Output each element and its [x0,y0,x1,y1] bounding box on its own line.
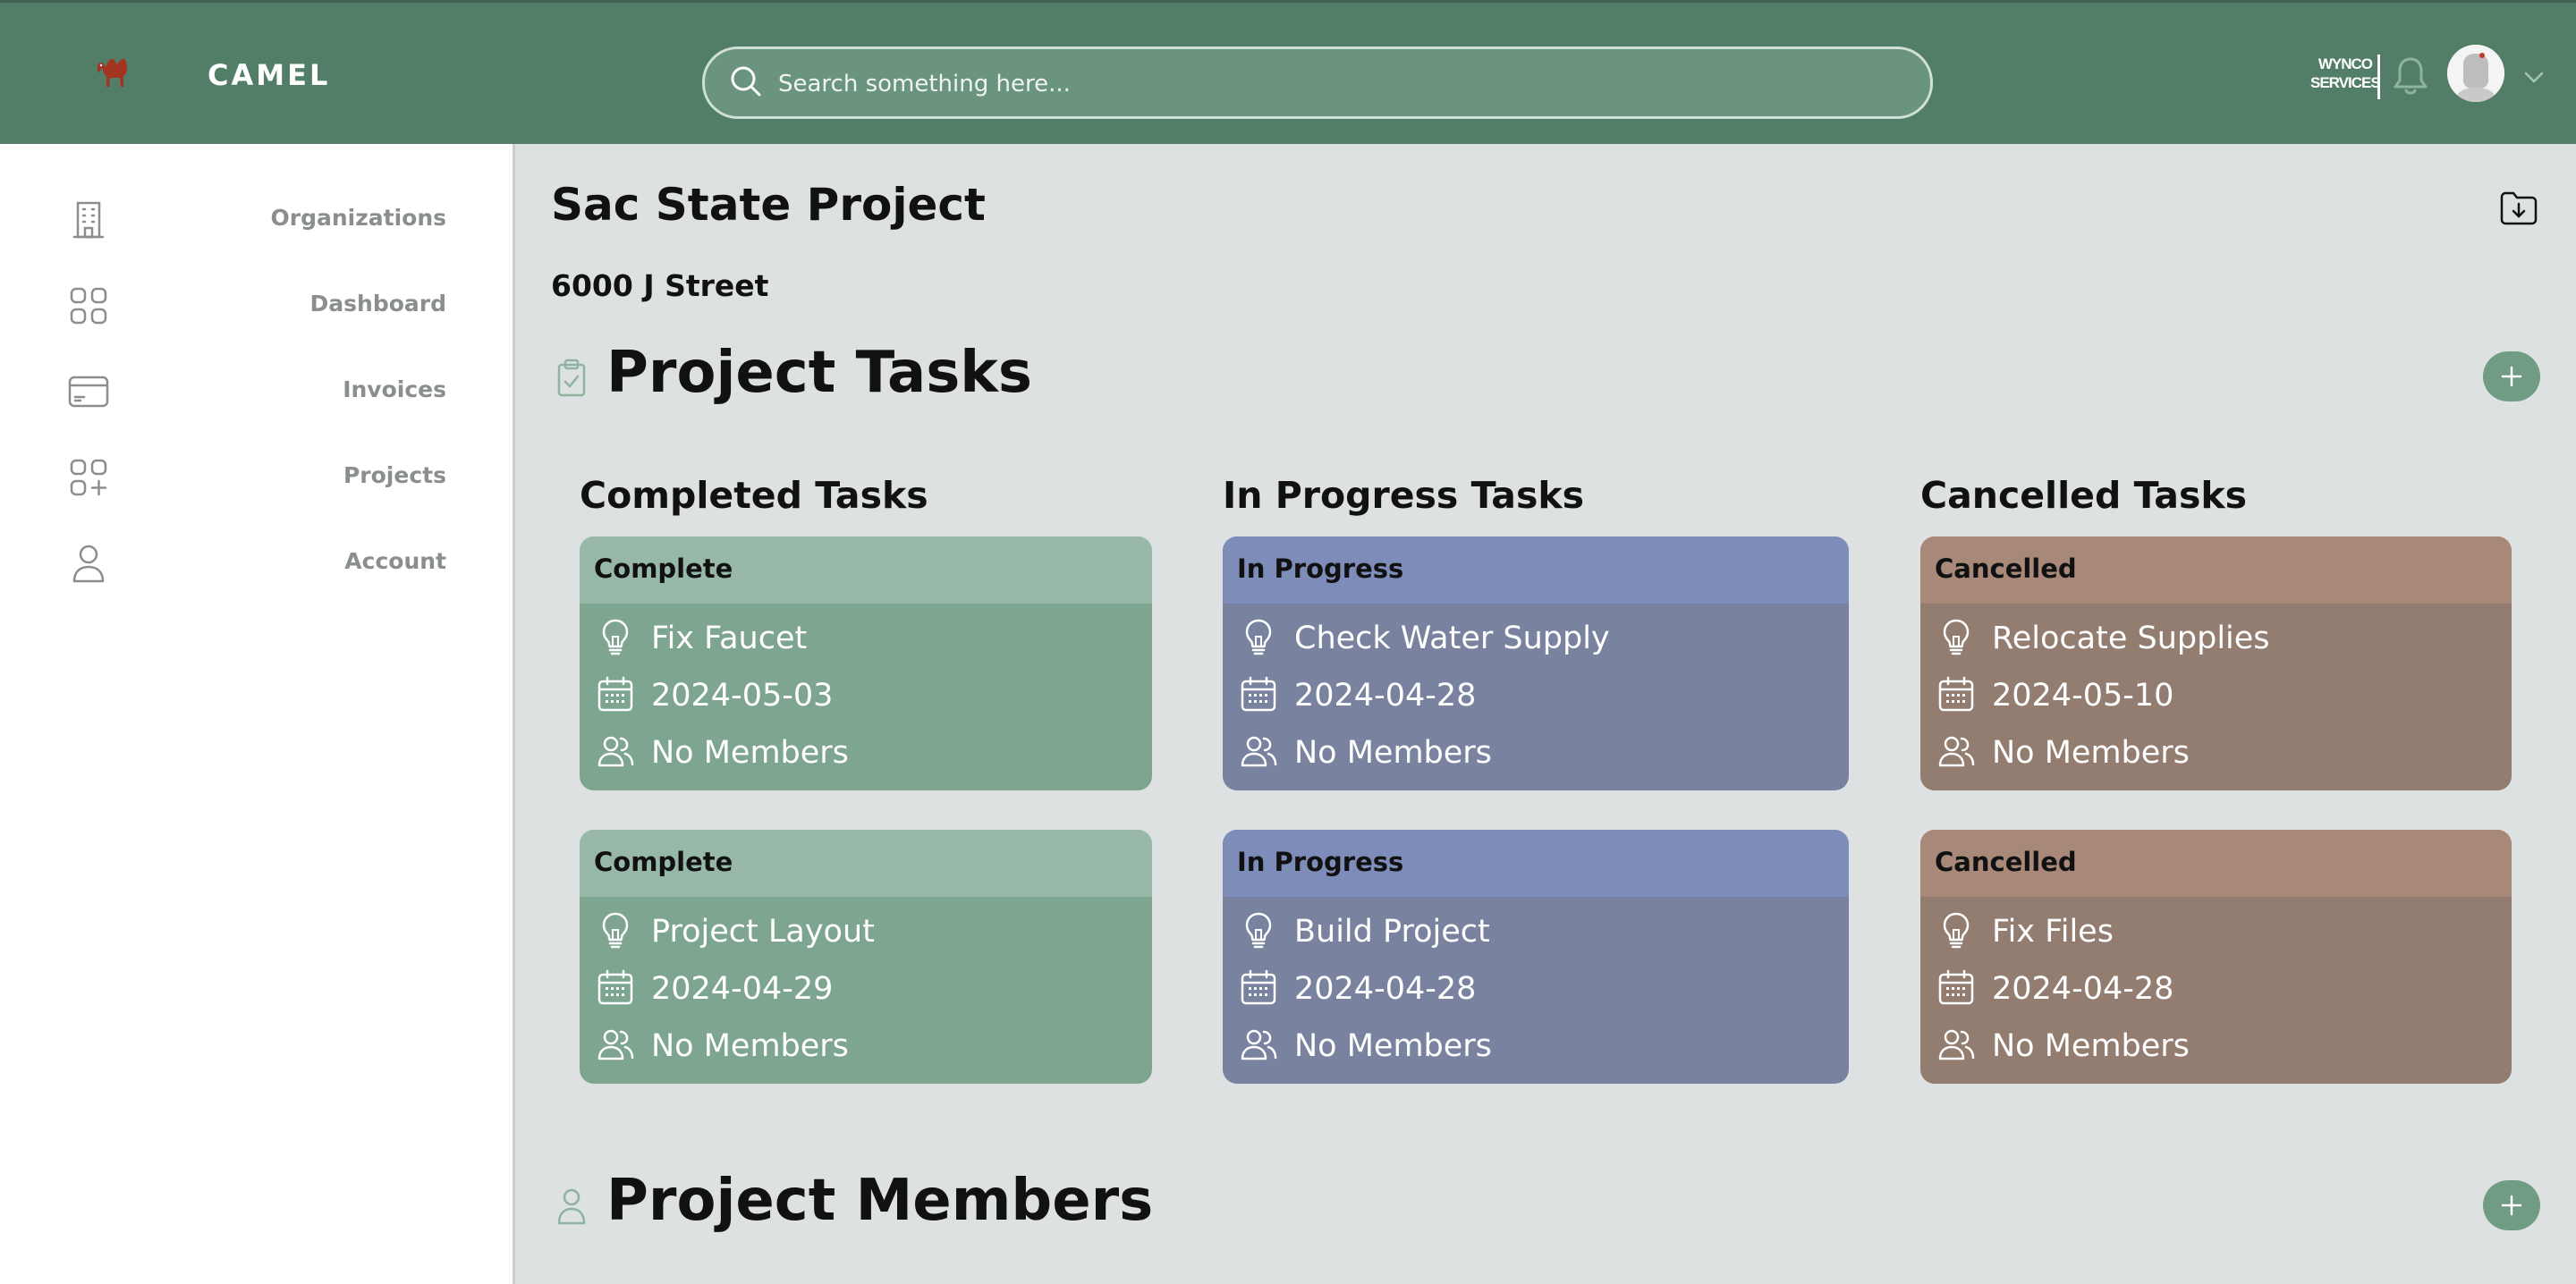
chevron-down-icon[interactable] [2521,63,2547,90]
brand-name[interactable]: CAMEL [208,58,330,92]
task-members: No Members [1992,735,2190,771]
grid-icon [66,283,111,328]
column-title-completed: Completed Tasks [580,474,928,517]
calendar-icon [596,967,635,1007]
users-icon [1239,1025,1278,1064]
column-title-cancelled: Cancelled Tasks [1920,474,2248,517]
lightbulb-icon [1239,910,1278,950]
calendar-icon [596,674,635,714]
task-members: No Members [1294,1028,1492,1064]
task-name: Check Water Supply [1294,621,1610,656]
company-logo: WYNCO SERVICES [2310,55,2381,99]
task-name: Fix Files [1992,914,2114,950]
task-date: 2024-04-28 [1294,971,1477,1007]
task-name: Fix Faucet [651,621,808,656]
status-badge: In Progress [1237,553,1404,584]
sidebar-item-invoices[interactable]: Invoices [0,346,513,432]
status-badge: Cancelled [1935,553,2077,584]
lightbulb-icon [1936,617,1976,656]
card-header: Cancelled [1920,830,2512,897]
task-card[interactable]: In Progress Build Project 2024-04-28 No … [1223,830,1849,1084]
plus-icon [2501,366,2522,387]
card-header: Cancelled [1920,536,2512,604]
add-task-button[interactable] [2483,351,2540,401]
users-icon [596,731,635,771]
lightbulb-icon [596,617,635,656]
sidebar-item-label: Dashboard [309,291,446,317]
users-icon [1239,731,1278,771]
lightbulb-icon [1239,617,1278,656]
status-badge: Complete [594,553,733,584]
task-date: 2024-05-10 [1992,678,2174,714]
task-card[interactable]: Cancelled Fix Files 2024-04-28 No Member… [1920,830,2512,1084]
sidebar: Organizations Dashboard Invoices Project… [0,144,515,1284]
status-badge: In Progress [1237,847,1404,877]
sidebar-item-label: Invoices [343,376,446,402]
users-icon [596,1025,635,1064]
lightbulb-icon [596,910,635,950]
project-address: 6000 J Street [551,268,769,303]
task-name: Build Project [1294,914,1490,950]
folder-download-icon[interactable] [2498,188,2539,229]
task-name: Project Layout [651,914,875,950]
task-members: No Members [1992,1028,2190,1064]
task-members: No Members [1294,735,1492,771]
top-header: CAMEL WYNCO SERVICES [0,0,2576,144]
calendar-icon [1239,674,1278,714]
sidebar-item-projects[interactable]: Projects [0,432,513,518]
task-card[interactable]: Cancelled Relocate Supplies 2024-05-10 N… [1920,536,2512,790]
card-header: Complete [580,830,1152,897]
search-input[interactable] [776,49,1907,118]
status-badge: Complete [594,847,733,877]
task-date: 2024-05-03 [651,678,834,714]
column-title-in-progress: In Progress Tasks [1223,474,1585,517]
search-icon [728,63,764,99]
sidebar-item-account[interactable]: Account [0,518,513,604]
add-member-button[interactable] [2483,1180,2540,1230]
task-card[interactable]: Complete Project Layout 2024-04-29 No Me… [580,830,1152,1084]
sidebar-item-dashboard[interactable]: Dashboard [0,260,513,346]
lightbulb-icon [1936,910,1976,950]
camel-logo-icon[interactable] [92,49,137,94]
building-icon [66,198,111,242]
sidebar-item-label: Account [344,548,446,574]
calendar-icon [1239,967,1278,1007]
sidebar-item-label: Projects [343,462,446,488]
card-header: Complete [580,536,1152,604]
sidebar-item-organizations[interactable]: Organizations [0,174,513,260]
card-header: In Progress [1223,536,1849,604]
task-date: 2024-04-29 [651,971,834,1007]
company-logo-line1: WYNCO [2318,55,2373,72]
card-icon [66,369,111,414]
company-logo-line2: SERVICES [2310,74,2381,91]
bell-icon[interactable] [2391,55,2430,97]
clipboard-check-icon [552,356,591,401]
users-icon [1936,1025,1976,1064]
avatar[interactable] [2447,45,2504,102]
calendar-icon [1936,674,1976,714]
search-bar[interactable] [702,46,1933,119]
user-icon [552,1184,591,1229]
section-title-tasks: Project Tasks [606,340,1032,406]
plus-icon [2501,1195,2522,1216]
task-members: No Members [651,735,849,771]
task-card[interactable]: In Progress Check Water Supply 2024-04-2… [1223,536,1849,790]
grid-plus-icon [66,455,111,500]
section-title-members: Project Members [606,1168,1154,1234]
task-name: Relocate Supplies [1992,621,2270,656]
status-badge: Cancelled [1935,847,2077,877]
task-members: No Members [651,1028,849,1064]
sidebar-item-label: Organizations [270,205,446,231]
users-icon [1936,731,1976,771]
calendar-icon [1936,967,1976,1007]
card-header: In Progress [1223,830,1849,897]
task-date: 2024-04-28 [1294,678,1477,714]
task-date: 2024-04-28 [1992,971,2174,1007]
page-title: Sac State Project [551,179,986,231]
task-card[interactable]: Complete Fix Faucet 2024-05-03 No Member… [580,536,1152,790]
user-icon [66,541,111,586]
